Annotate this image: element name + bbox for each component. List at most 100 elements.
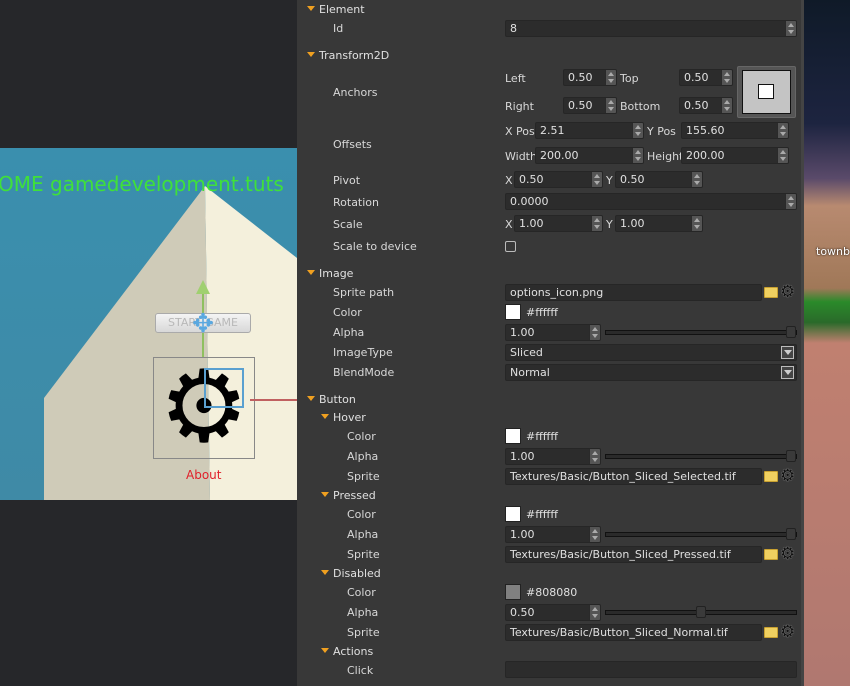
- hover-color-swatch[interactable]: [505, 428, 521, 444]
- right-label: Right: [505, 100, 534, 113]
- game-scene[interactable]: OME gamedevelopment.tuts START GAME ✥ ⚙ …: [0, 148, 297, 500]
- spinner-icon[interactable]: [785, 194, 796, 209]
- x-axis-gizmo[interactable]: [250, 399, 297, 401]
- scene-viewport[interactable]: OME gamedevelopment.tuts START GAME ✥ ⚙ …: [0, 0, 297, 686]
- disabled-sprite-field[interactable]: Textures/Basic/Button_Sliced_Normal.tif: [505, 624, 762, 641]
- collapse-triangle-icon[interactable]: [321, 570, 329, 575]
- width-field[interactable]: 200.00: [535, 147, 644, 164]
- pressed-sprite-field[interactable]: Textures/Basic/Button_Sliced_Pressed.tif: [505, 546, 762, 563]
- collapse-triangle-icon[interactable]: [307, 6, 315, 11]
- spinner-icon[interactable]: [721, 98, 732, 113]
- scale-y-field[interactable]: 1.00: [615, 215, 703, 232]
- anchor-right-field[interactable]: 0.50: [563, 97, 617, 114]
- alpha-field[interactable]: 1.00: [505, 324, 601, 341]
- value: 0.50: [684, 71, 709, 84]
- spinner-icon[interactable]: [691, 216, 702, 231]
- collapse-triangle-icon[interactable]: [307, 52, 315, 57]
- disabled-color-hex: #808080: [526, 586, 578, 599]
- id-field[interactable]: 8: [505, 20, 797, 37]
- height-field[interactable]: 200.00: [681, 147, 789, 164]
- gear-icon[interactable]: ⚙: [780, 468, 795, 485]
- image-type-select[interactable]: Sliced: [505, 344, 797, 361]
- pressed-alpha-field[interactable]: 1.00: [505, 526, 601, 543]
- collapse-triangle-icon[interactable]: [307, 270, 315, 275]
- section-element[interactable]: Element: [307, 3, 365, 16]
- slider-thumb[interactable]: [786, 326, 796, 338]
- pivot-x-field[interactable]: 0.50: [514, 171, 603, 188]
- slider-thumb[interactable]: [786, 528, 796, 540]
- gear-icon[interactable]: ⚙: [780, 624, 795, 641]
- spinner-icon[interactable]: [785, 21, 796, 36]
- spinner-icon[interactable]: [777, 148, 788, 163]
- value: options_icon.png: [510, 286, 604, 299]
- disabled-color-swatch[interactable]: [505, 584, 521, 600]
- collapse-triangle-icon[interactable]: [321, 648, 329, 653]
- id-label: Id: [333, 22, 344, 35]
- spinner-icon[interactable]: [721, 70, 732, 85]
- ypos-field[interactable]: 155.60: [681, 122, 789, 139]
- section-disabled[interactable]: Disabled: [321, 567, 381, 580]
- spinner-icon[interactable]: [691, 172, 702, 187]
- spinner-icon[interactable]: [591, 216, 602, 231]
- section-hover[interactable]: Hover: [321, 411, 366, 424]
- sprite-path-field[interactable]: options_icon.png: [505, 284, 762, 301]
- pivot-y-field[interactable]: 0.50: [615, 171, 703, 188]
- spinner-icon[interactable]: [605, 98, 616, 113]
- color-swatch[interactable]: [505, 304, 521, 320]
- dropdown-arrow-icon[interactable]: [781, 346, 794, 359]
- game-view-right[interactable]: townb: [801, 0, 850, 686]
- gear-icon[interactable]: ⚙: [780, 284, 795, 301]
- section-button[interactable]: Button: [307, 393, 356, 406]
- scale-x-field[interactable]: 1.00: [514, 215, 603, 232]
- spinner-icon[interactable]: [589, 527, 600, 542]
- collapse-triangle-icon[interactable]: [321, 414, 329, 419]
- rotation-field[interactable]: 0.0000: [505, 193, 797, 210]
- anchor-bottom-field[interactable]: 0.50: [679, 97, 733, 114]
- pressed-alpha-slider[interactable]: [605, 528, 797, 540]
- spinner-icon[interactable]: [632, 148, 643, 163]
- dropdown-arrow-icon[interactable]: [781, 366, 794, 379]
- collapse-triangle-icon[interactable]: [307, 396, 315, 401]
- alpha-slider[interactable]: [605, 326, 797, 338]
- spinner-icon[interactable]: [589, 449, 600, 464]
- selection-box[interactable]: ⚙: [153, 357, 255, 459]
- spinner-icon[interactable]: [605, 70, 616, 85]
- folder-icon[interactable]: [764, 471, 778, 482]
- hover-sprite-field[interactable]: Textures/Basic/Button_Sliced_Selected.ti…: [505, 468, 762, 485]
- spinner-icon[interactable]: [589, 605, 600, 620]
- section-title: Transform2D: [319, 49, 390, 62]
- section-actions[interactable]: Actions: [321, 645, 373, 658]
- spinner-icon[interactable]: [589, 325, 600, 340]
- section-pressed[interactable]: Pressed: [321, 489, 376, 502]
- folder-icon[interactable]: [764, 287, 778, 298]
- pressed-color-swatch[interactable]: [505, 506, 521, 522]
- scale-to-device-checkbox[interactable]: [505, 241, 516, 252]
- gear-icon[interactable]: ⚙: [780, 546, 795, 563]
- hover-alpha-field[interactable]: 1.00: [505, 448, 601, 465]
- folder-icon[interactable]: [764, 549, 778, 560]
- slider-thumb[interactable]: [696, 606, 706, 618]
- blend-mode-select[interactable]: Normal: [505, 364, 797, 381]
- xpos-field[interactable]: 2.51: [535, 122, 644, 139]
- folder-icon[interactable]: [764, 627, 778, 638]
- disabled-alpha-slider[interactable]: [605, 606, 797, 618]
- hover-alpha-slider[interactable]: [605, 450, 797, 462]
- anchor-top-field[interactable]: 0.50: [679, 69, 733, 86]
- disabled-alpha-field[interactable]: 0.50: [505, 604, 601, 621]
- collapse-triangle-icon[interactable]: [321, 492, 329, 497]
- xpos-label: X Pos: [505, 125, 535, 138]
- section-title: Disabled: [333, 567, 381, 580]
- slider-thumb[interactable]: [786, 450, 796, 462]
- pivot-rect: [204, 368, 244, 408]
- section-transform2d[interactable]: Transform2D: [307, 49, 389, 62]
- anchor-left-field[interactable]: 0.50: [563, 69, 617, 86]
- spinner-icon[interactable]: [591, 172, 602, 187]
- spinner-icon[interactable]: [632, 123, 643, 138]
- arrow-up-icon[interactable]: [196, 280, 210, 294]
- spinner-icon[interactable]: [777, 123, 788, 138]
- click-action-field[interactable]: [505, 661, 797, 678]
- move-gizmo-icon[interactable]: ✥: [189, 310, 217, 338]
- anchor-preset-button[interactable]: [737, 66, 796, 118]
- value: 1.00: [510, 528, 535, 541]
- section-image[interactable]: Image: [307, 267, 353, 280]
